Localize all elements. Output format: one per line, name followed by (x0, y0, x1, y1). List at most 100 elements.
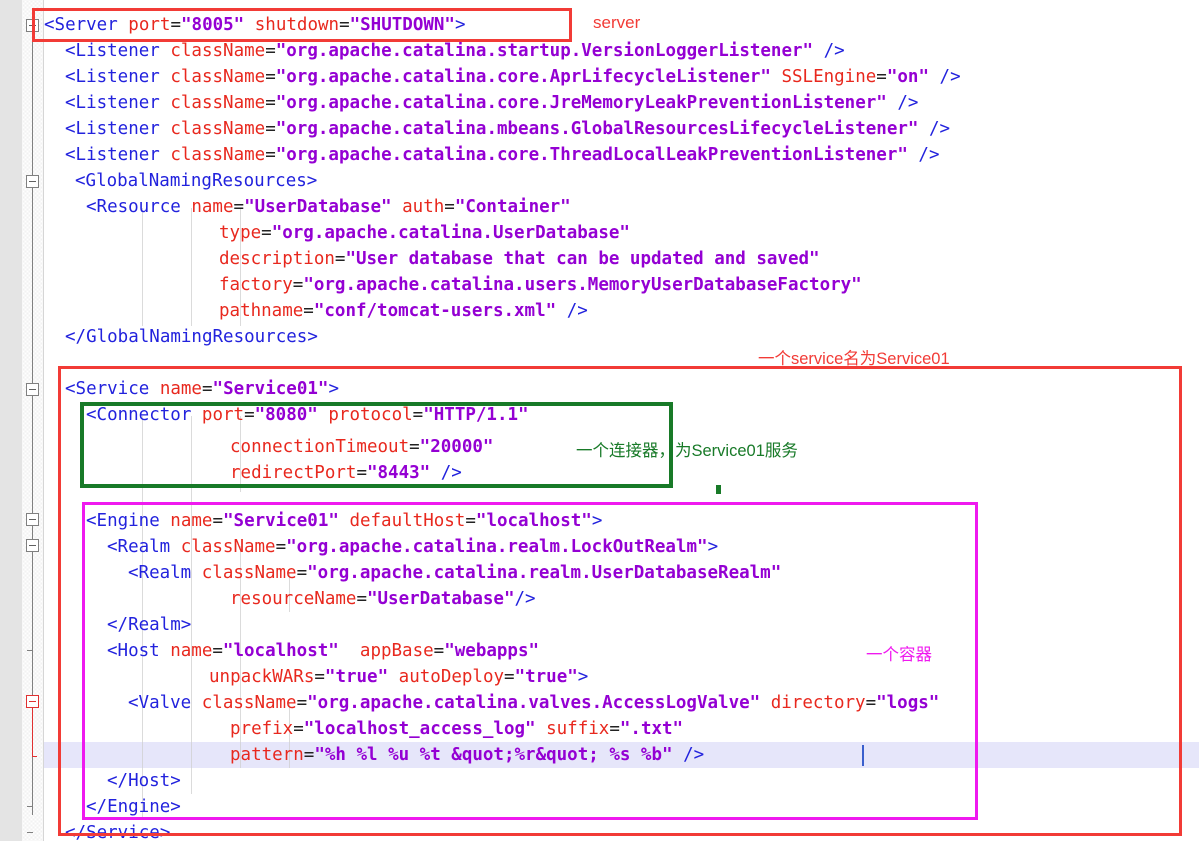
code-line[interactable]: </GlobalNamingResources> (65, 324, 318, 350)
token-vl: "SHUTDOWN" (349, 15, 455, 35)
indent-guide (142, 208, 143, 326)
code-line[interactable]: type="org.apache.catalina.UserDatabase" (219, 220, 630, 246)
token-tg: <Resource (86, 197, 192, 217)
token-eq: = (261, 223, 272, 243)
code-line[interactable]: <Host name="localhost" appBase="webapps" (107, 638, 539, 664)
token-eq: = (265, 93, 276, 113)
code-line[interactable]: <Server port="8005" shutdown="SHUTDOWN"> (44, 12, 466, 38)
code-line[interactable]: </Realm> (107, 612, 191, 638)
token-at: resourceName (230, 589, 357, 609)
annotation-container-label: 一个容器 (866, 646, 932, 664)
fold-toggle-engine[interactable] (26, 513, 39, 526)
text-insertion-caret (862, 745, 864, 766)
token-at: port (128, 15, 171, 35)
token-eq (392, 197, 403, 217)
token-eq: = (609, 719, 620, 739)
code-line[interactable]: <Listener className="org.apache.catalina… (65, 38, 845, 64)
token-eq (771, 67, 782, 87)
code-line[interactable]: pattern="%h %l %u %t &quot;%r&quot; %s %… (230, 742, 704, 768)
code-line[interactable]: resourceName="UserDatabase"/> (230, 586, 536, 612)
token-eq (760, 693, 771, 713)
token-eq (339, 511, 350, 531)
fold-toggle-valve[interactable] (26, 695, 39, 708)
token-eq: = (339, 15, 350, 35)
fold-toggle-realm[interactable] (26, 539, 39, 552)
code-line[interactable]: <GlobalNamingResources> (75, 168, 317, 194)
code-line[interactable]: redirectPort="8443" /> (230, 460, 462, 486)
token-vl: "8080" (254, 405, 318, 425)
token-eq: = (170, 15, 181, 35)
line-number-gutter (0, 0, 22, 841)
code-line[interactable]: <Service name="Service01"> (65, 376, 339, 402)
token-tg: /> (918, 119, 951, 139)
token-vl: "org.apache.catalina.mbeans.GlobalResour… (275, 119, 919, 139)
token-eq: = (303, 745, 315, 765)
token-eq: = (356, 463, 367, 483)
code-line[interactable]: <Listener className="org.apache.catalina… (65, 64, 961, 90)
code-text-area[interactable]: <Server port="8005" shutdown="SHUTDOWN">… (44, 0, 1199, 841)
token-eq: = (212, 511, 223, 531)
token-tg: <Listener (65, 145, 171, 165)
token-tg: <Realm (107, 537, 181, 557)
token-tg: > (591, 511, 603, 531)
fold-end-elbow (32, 756, 37, 757)
token-eq (318, 405, 329, 425)
token-at: suffix (546, 719, 610, 739)
token-eq: = (433, 641, 445, 661)
code-line[interactable]: description="User database that can be u… (219, 246, 820, 272)
code-line[interactable]: </Engine> (86, 794, 181, 820)
fold-toggle-globalnamingresources[interactable] (26, 175, 39, 188)
code-line[interactable]: <Realm className="org.apache.catalina.re… (107, 534, 718, 560)
token-at: pathname (219, 301, 304, 321)
code-line[interactable]: <Realm className="org.apache.catalina.re… (128, 560, 781, 586)
token-at: className (170, 41, 266, 61)
token-eq: = (334, 249, 346, 269)
token-vl: "localhost" (475, 511, 592, 531)
token-tg: > (577, 667, 589, 687)
token-tg: <Listener (65, 67, 171, 87)
code-line[interactable]: <Engine name="Service01" defaultHost="lo… (86, 508, 602, 534)
code-line[interactable]: pathname="conf/tomcat-users.xml" /> (219, 298, 588, 324)
code-line[interactable]: <Listener className="org.apache.catalina… (65, 142, 940, 168)
code-line[interactable]: <Connector port="8080" protocol="HTTP/1.… (86, 402, 529, 428)
code-line[interactable]: factory="org.apache.catalina.users.Memor… (219, 272, 862, 298)
code-line[interactable]: <Valve className="org.apache.catalina.va… (128, 690, 939, 716)
code-line[interactable]: </Service> (65, 820, 170, 841)
token-tg: <Listener (65, 119, 171, 139)
token-tg: <Server (44, 15, 129, 35)
token-eq (339, 641, 360, 661)
token-eq: = (303, 301, 314, 321)
token-vl: "org.apache.catalina.core.AprLifecycleLi… (275, 67, 771, 87)
indent-guide (191, 208, 192, 326)
token-eq: = (212, 641, 223, 661)
code-folding-gutter[interactable] (22, 0, 44, 841)
token-at: shutdown (254, 15, 340, 35)
code-line[interactable]: <Resource name="UserDatabase" auth="Cont… (86, 194, 571, 220)
code-line[interactable]: <Listener className="org.apache.catalina… (65, 90, 918, 116)
code-line[interactable]: connectionTimeout="20000" (230, 434, 493, 460)
xml-code-editor[interactable]: <Server port="8005" shutdown="SHUTDOWN">… (0, 0, 1199, 841)
token-at: className (201, 563, 297, 583)
token-eq: = (265, 67, 276, 87)
code-line[interactable]: </Host> (107, 768, 181, 794)
token-eq: = (865, 693, 877, 713)
token-vl: ".txt" (619, 719, 684, 739)
token-vl: "org.apache.catalina.core.ThreadLocalLea… (275, 145, 908, 165)
token-vl: "true" (514, 667, 578, 687)
fold-spine-active (32, 708, 33, 756)
token-vl: "org.apache.catalina.UserDatabase" (271, 223, 630, 243)
token-at: name (170, 511, 213, 531)
token-at: auth (402, 197, 445, 217)
token-vl: "Container" (454, 197, 571, 217)
token-eq: = (265, 145, 276, 165)
code-line[interactable]: unpackWARs="true" autoDeploy="true"> (209, 664, 588, 690)
token-vl: "org.apache.catalina.realm.UserDatabaseR… (307, 563, 782, 583)
token-at: autoDeploy (398, 667, 505, 687)
fold-toggle-service[interactable] (26, 383, 39, 396)
code-line[interactable]: prefix="localhost_access_log" suffix=".t… (230, 716, 683, 742)
token-tg: </Engine> (86, 797, 181, 817)
token-tg: > (328, 379, 339, 399)
token-vl: "localhost" (222, 641, 339, 661)
fold-toggle-server[interactable] (26, 19, 39, 32)
code-line[interactable]: <Listener className="org.apache.catalina… (65, 116, 950, 142)
